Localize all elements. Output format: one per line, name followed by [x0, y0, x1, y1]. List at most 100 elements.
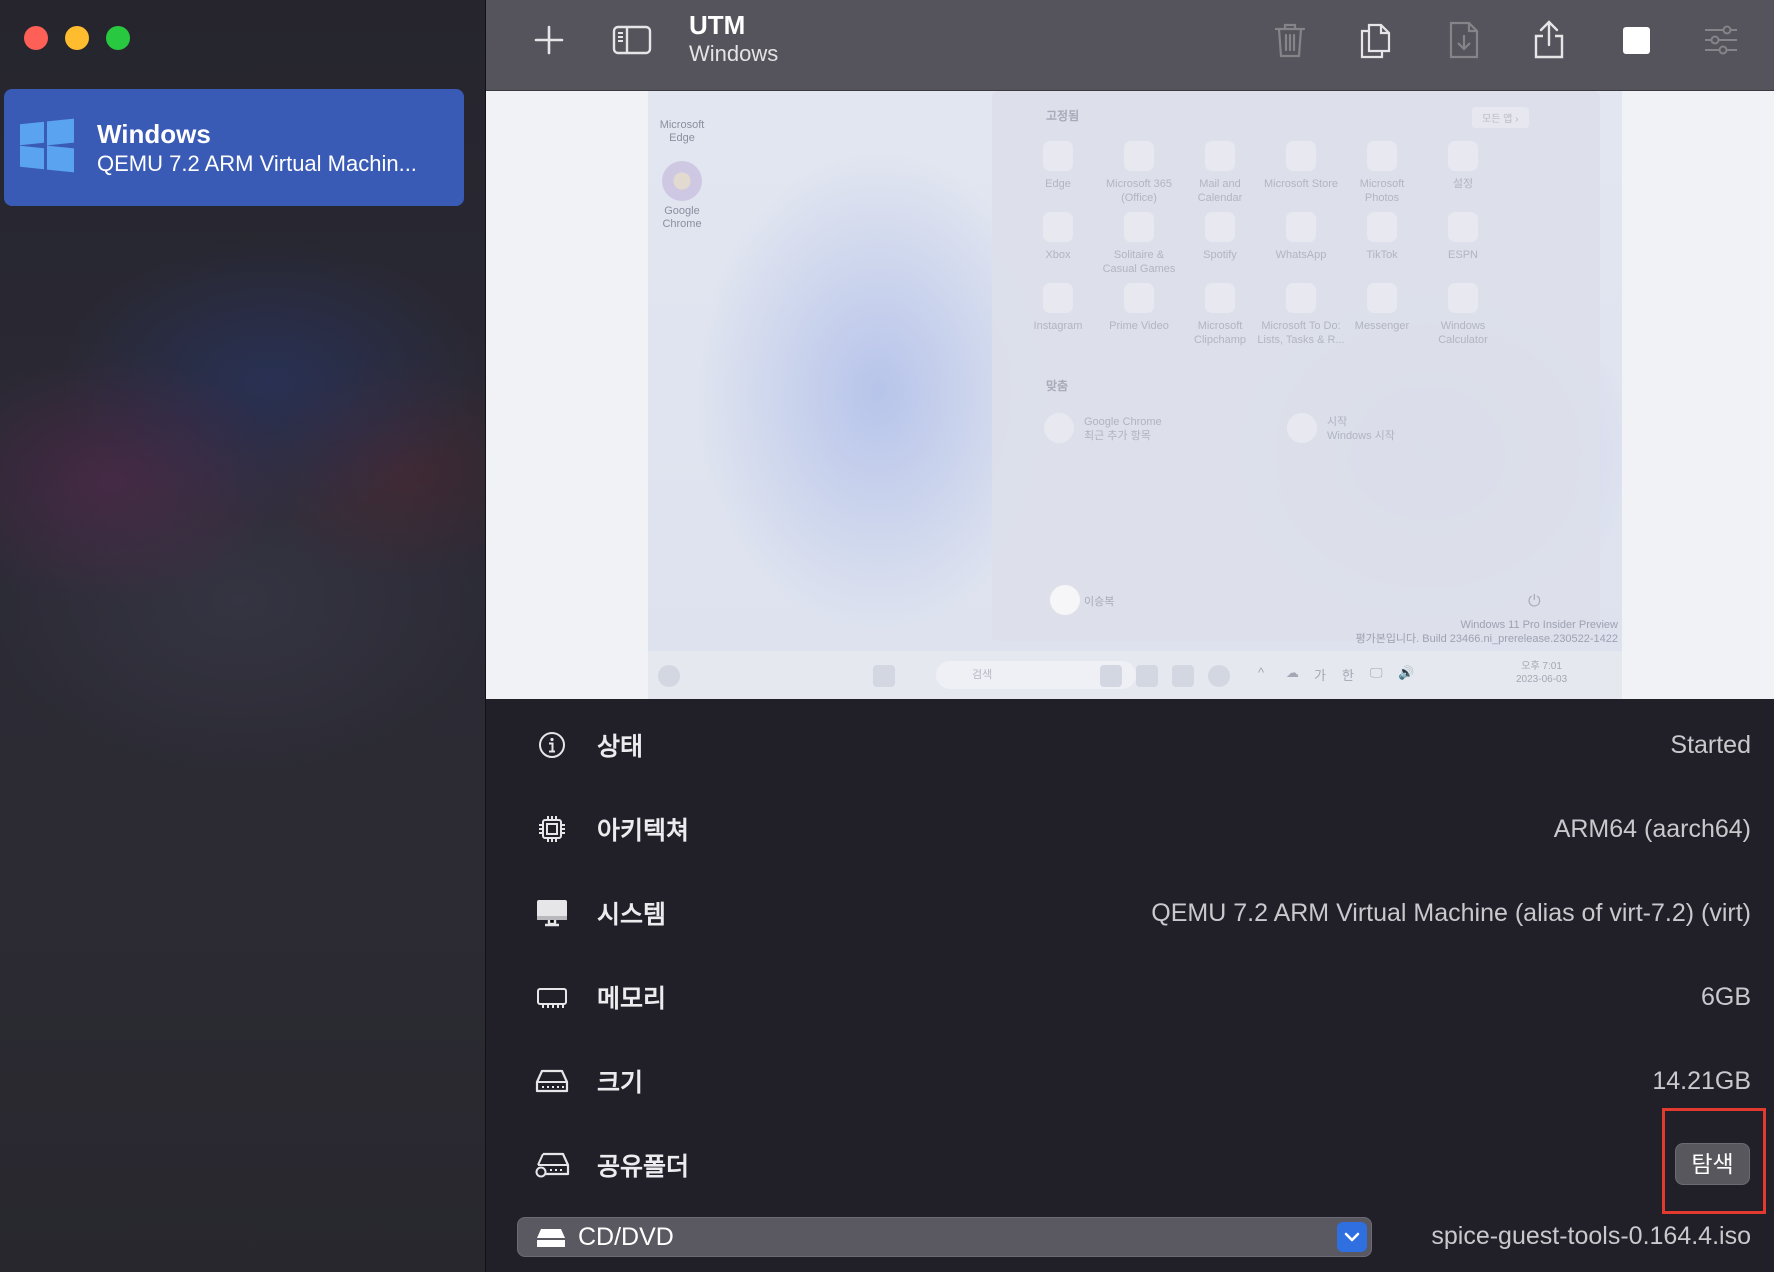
sidebar-icon [612, 25, 652, 55]
toolbar: UTM Windows [486, 0, 1774, 91]
stop-button[interactable] [1614, 18, 1658, 62]
tray-icon: ☁ [1286, 665, 1299, 680]
app-icon [1043, 141, 1073, 171]
start-app-tile[interactable]: WhatsApp [1257, 212, 1345, 262]
start-app-tile[interactable]: Microsoft 365 (Office) [1095, 141, 1183, 205]
app-icon [1286, 212, 1316, 242]
app-icon [1205, 212, 1235, 242]
sliders-icon [1705, 25, 1737, 55]
taskbar-clock: 오후 7:01 2023-06-03 [1516, 661, 1568, 685]
start-app-tile[interactable]: Instagram [1014, 283, 1102, 333]
start-app-tile[interactable]: Microsoft Photos [1338, 141, 1426, 205]
app-icon [1367, 283, 1397, 313]
app-icon [1124, 141, 1154, 171]
vm-name: Windows [97, 118, 211, 149]
window-title: UTM Windows [689, 10, 778, 68]
app-icon [1124, 212, 1154, 242]
widgets-icon [658, 665, 680, 687]
app-icon [1205, 141, 1235, 171]
start-app-tile[interactable]: Windows Calculator [1419, 283, 1507, 347]
edge-icon [1208, 665, 1230, 687]
app-icon [1367, 141, 1397, 171]
cd-dvd-label: CD/DVD [578, 1222, 674, 1251]
info-row-architecture: 아키텍쳐 ARM64 (aarch64) [486, 787, 1774, 871]
start-app-tile[interactable]: Messenger [1338, 283, 1426, 333]
tray-icon: 한 [1342, 668, 1354, 683]
shared-drive-icon [532, 1145, 572, 1185]
start-app-tile[interactable]: Xbox [1014, 212, 1102, 262]
drive-icon [532, 1061, 572, 1101]
start-user[interactable]: 이승복 [1050, 585, 1114, 615]
add-vm-button[interactable] [527, 18, 571, 62]
toggle-sidebar-button[interactable] [610, 18, 654, 62]
start-app-tile[interactable]: TikTok [1338, 212, 1426, 262]
start-app-tile[interactable]: Solitaire & Casual Games [1095, 212, 1183, 276]
desktop-icon-edge: Microsoft Edge [659, 119, 705, 144]
power-icon[interactable]: ⏻ [1528, 593, 1541, 611]
start-app-tile[interactable]: Prime Video [1095, 283, 1183, 333]
cd-dvd-select[interactable]: CD/DVD [517, 1217, 1372, 1257]
file-explorer-icon [1172, 665, 1194, 687]
status-label: 상태 [597, 733, 644, 761]
guest-taskbar: 검색 ^ ☁ 가 한 🖵 🔊 오후 7:01 2023-06-03 [648, 651, 1622, 699]
start-app-tile[interactable]: Edge [1014, 141, 1102, 191]
start-app-tile[interactable]: Microsoft Store [1257, 141, 1345, 191]
memory-value: 6GB [1700, 982, 1751, 1011]
vm-description: QEMU 7.2 ARM Virtual Machin... [97, 150, 417, 176]
recommended-header: 맞춤 [1046, 379, 1069, 393]
app-icon [1043, 283, 1073, 313]
recommended-item[interactable]: 시작 Windows 시작 [1287, 413, 1395, 443]
vm-screen-preview[interactable]: Microsoft Edge Google Chrome 고정됨 모든 앱 › … [486, 91, 1774, 699]
tray-icon: 🖵 [1370, 665, 1383, 680]
highlight-box [1662, 1108, 1766, 1214]
task-view-icon [1100, 665, 1122, 687]
vm-list-item-windows[interactable]: Windows QEMU 7.2 ARM Virtual Machin... [4, 89, 464, 206]
app-icon [1286, 283, 1316, 313]
stop-icon [1622, 26, 1650, 54]
pinned-header: 고정됨 [1046, 109, 1080, 123]
size-value: 14.21GB [1652, 1066, 1751, 1095]
desktop-icon-chrome: Google Chrome [642, 161, 722, 231]
main-panel: UTM Windows Microsoft Edge Google Chrome… [486, 0, 1774, 1272]
app-icon [1448, 141, 1478, 171]
all-apps-button[interactable]: 모든 앱 › [1472, 107, 1529, 128]
start-app-tile[interactable]: Mail and Calendar [1176, 141, 1264, 205]
cd-dvd-image-value: spice-guest-tools-0.164.4.iso [1431, 1222, 1751, 1250]
windows-logo-icon [20, 118, 75, 175]
app-icon [1286, 141, 1316, 171]
start-menu: 고정됨 모든 앱 › Edge Microsoft 365 (Office) Mai… [992, 91, 1600, 641]
guest-desktop: Microsoft Edge Google Chrome 고정됨 모든 앱 › … [648, 91, 1622, 699]
share-button[interactable] [1527, 18, 1571, 62]
trash-icon [1274, 23, 1306, 58]
cpu-icon [532, 809, 572, 849]
minimize-window-button[interactable] [65, 26, 89, 50]
download-button[interactable] [1442, 18, 1486, 62]
settings-button[interactable] [1699, 18, 1743, 62]
copy-icon [1360, 23, 1391, 59]
info-icon [532, 725, 572, 765]
architecture-label: 아키텍쳐 [597, 817, 690, 845]
start-app-tile[interactable]: Microsoft Clipchamp [1176, 283, 1264, 347]
status-value: Started [1670, 730, 1751, 759]
start-app-tile[interactable]: Microsoft To Do: Lists, Tasks & R... [1257, 283, 1345, 347]
architecture-value: ARM64 (aarch64) [1553, 814, 1751, 843]
tray-icon: ^ [1258, 665, 1265, 680]
sidebar: Windows QEMU 7.2 ARM Virtual Machin... [0, 0, 486, 1272]
clone-button[interactable] [1354, 18, 1398, 62]
plus-icon [534, 25, 564, 55]
windows-watermark: Windows 11 Pro Insider Preview 평가본입니다. B… [1355, 619, 1618, 645]
start-app-tile[interactable]: 설정 [1419, 141, 1507, 191]
start-app-tile[interactable]: Spotify [1176, 212, 1264, 262]
start-app-tile[interactable]: ESPN [1419, 212, 1507, 262]
monitor-icon [532, 893, 572, 933]
info-row-system: 시스템 QEMU 7.2 ARM Virtual Machine (alias … [486, 871, 1774, 955]
delete-button[interactable] [1268, 18, 1312, 62]
recommended-item[interactable]: Google Chrome 최근 추가 항목 [1044, 413, 1162, 443]
avatar [1050, 585, 1080, 615]
app-icon [1124, 283, 1154, 313]
close-window-button[interactable] [24, 26, 48, 50]
share-icon [1534, 20, 1564, 59]
chevron-down-icon [1337, 1222, 1367, 1252]
download-icon [1449, 21, 1479, 59]
zoom-window-button[interactable] [106, 26, 130, 50]
